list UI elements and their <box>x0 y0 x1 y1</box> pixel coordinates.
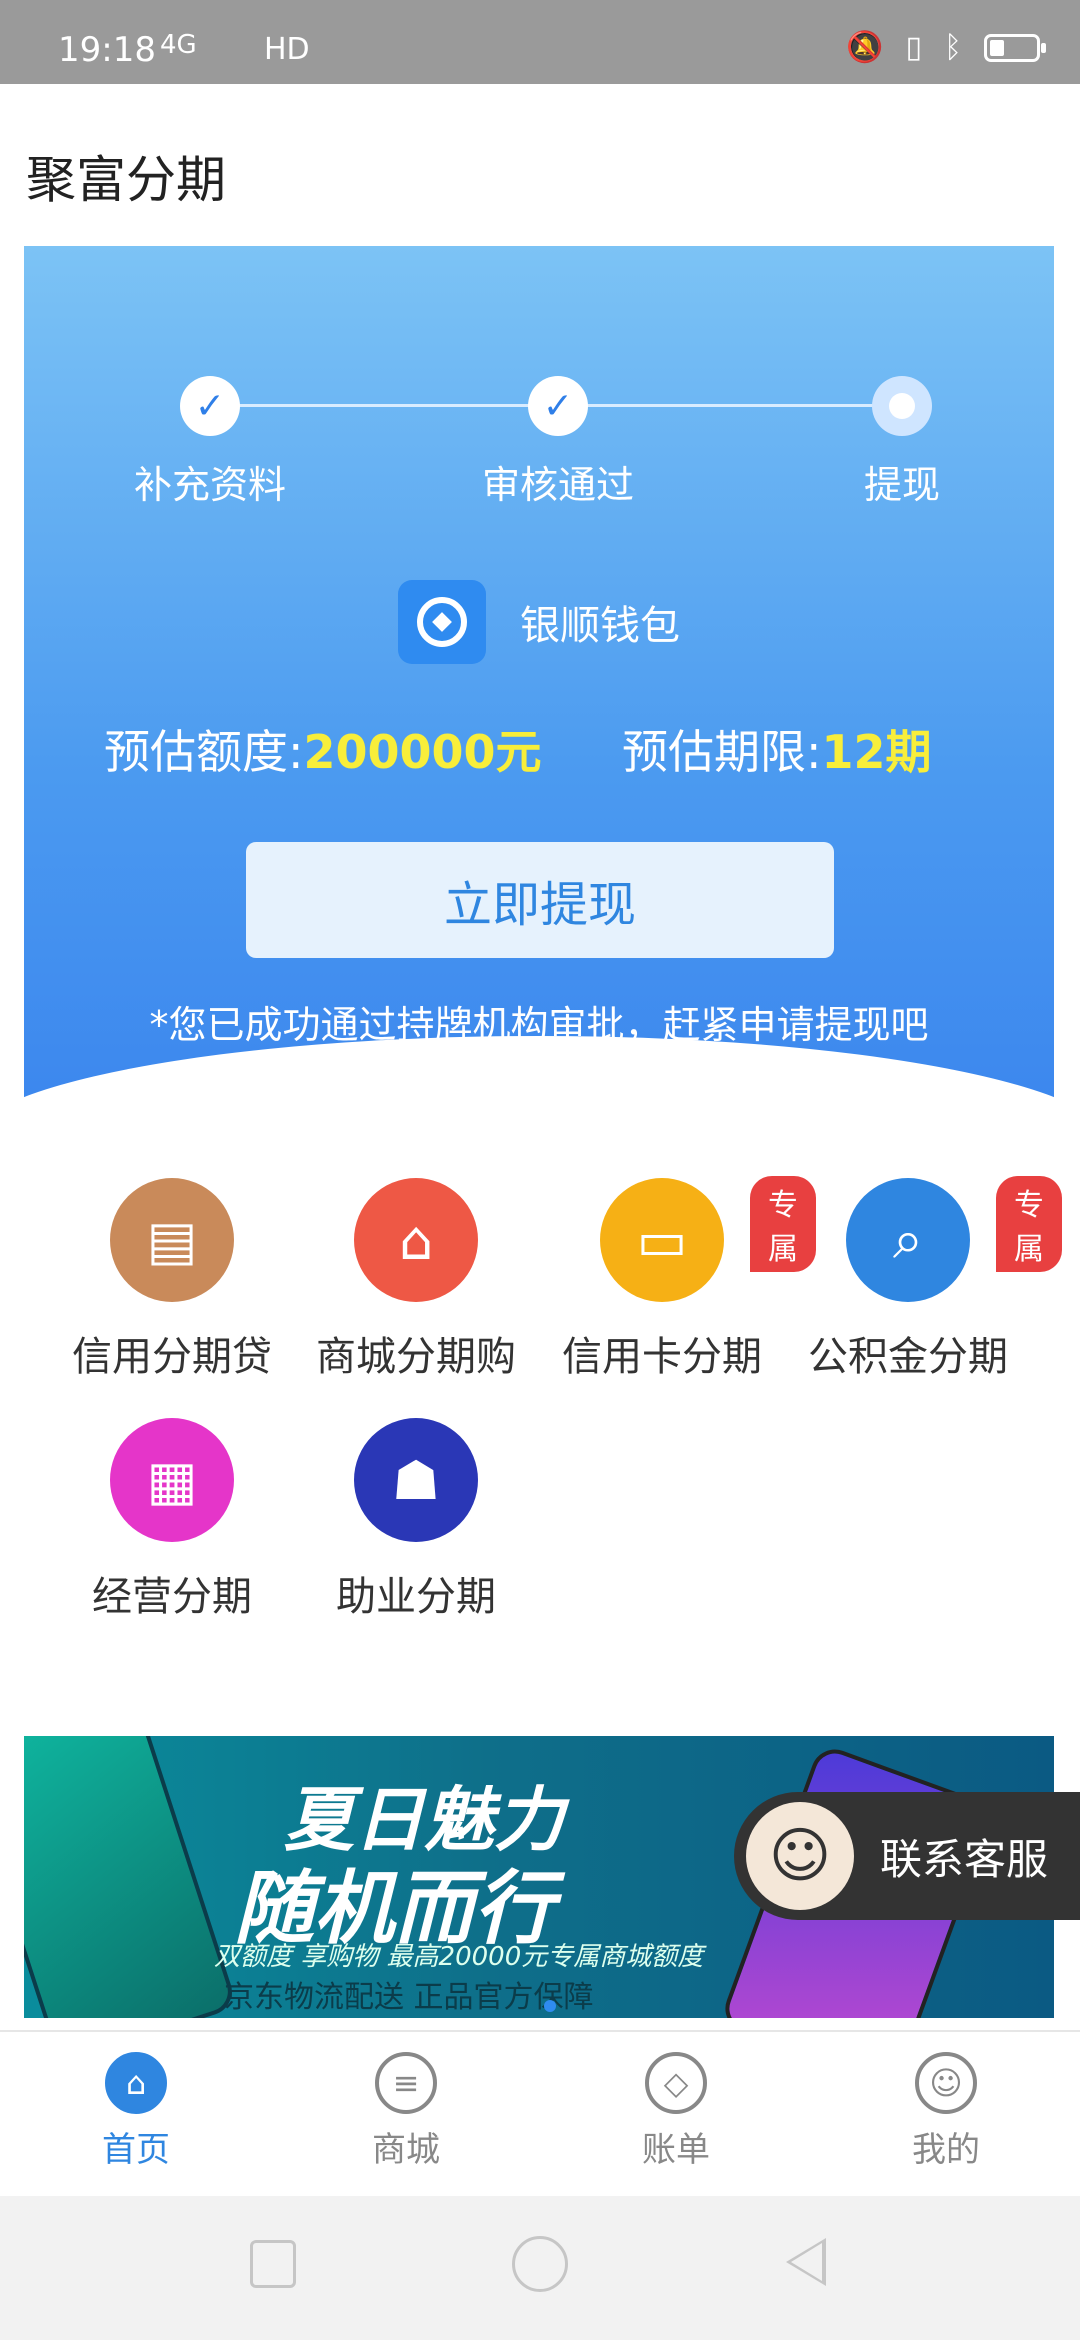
banner-subtitle: 双额度 享购物 最高20000元专属商城额度 <box>214 1942 704 1972</box>
tag-icon: ◇ <box>645 2052 707 2114</box>
check-icon: ✓ <box>528 376 588 436</box>
status-right: 🔕 ▯ ᛒ <box>846 30 1046 65</box>
estimate-term: 预估期限:12期 <box>622 716 932 782</box>
check-icon: ✓ <box>180 376 240 436</box>
current-step-icon <box>872 376 932 436</box>
func-credit-loan[interactable]: ▤ 信用分期贷 <box>52 1178 292 1382</box>
step-3: 提现 <box>772 376 1032 509</box>
step-label: 补充资料 <box>133 463 286 507</box>
step-label: 提现 <box>863 463 940 507</box>
hero-card: ✓ 补充资料 ✓ 审核通过 提现 银顺钱包 预估额度:200000元 预估期限:… <box>24 246 1054 1126</box>
tab-label: 首页 <box>102 2130 170 2170</box>
list-icon: ≡ <box>375 2052 437 2114</box>
home-button-icon[interactable] <box>512 2236 568 2292</box>
home-icon: ⌂ <box>105 2052 167 2114</box>
func-label: 助业分期 <box>336 1574 496 1620</box>
tab-bill[interactable]: ◇ 账单 <box>596 2052 756 2171</box>
estimate-term-value: 12期 <box>821 725 932 779</box>
tab-label: 我的 <box>912 2130 980 2170</box>
func-label: 信用分期贷 <box>72 1334 272 1380</box>
tab-home[interactable]: ⌂ 首页 <box>56 2052 216 2171</box>
func-mall-installment[interactable]: ⌂ 商城分期购 <box>296 1178 536 1382</box>
hd-indicator: HD <box>264 32 310 67</box>
wallet-row: 银顺钱包 <box>398 580 680 664</box>
hero-curve <box>24 1036 1054 1126</box>
money-bag-icon: ☗ <box>354 1418 478 1542</box>
mute-icon: 🔕 <box>846 30 884 65</box>
func-housing-fund[interactable]: ⌕ 专属 公积金分期 <box>788 1176 1062 1382</box>
system-nav-bar <box>0 2196 1080 2340</box>
tab-label: 商城 <box>372 2130 440 2170</box>
document-icon: ▤ <box>110 1178 234 1302</box>
step-1: ✓ 补充资料 <box>80 376 340 509</box>
bluetooth-icon: ᛒ <box>944 30 962 65</box>
tab-label: 账单 <box>642 2130 710 2170</box>
phone-image <box>24 1736 239 2018</box>
estimate-term-label: 预估期限: <box>622 725 822 779</box>
vibrate-icon: ▯ <box>905 30 922 65</box>
func-credit-card[interactable]: ▭ 专属 信用卡分期 <box>542 1176 816 1382</box>
estimate-amount-value: 200000元 <box>303 725 542 779</box>
house-search-icon: ⌕ 专属 <box>846 1176 1062 1302</box>
func-label: 信用卡分期 <box>562 1334 762 1380</box>
status-time: 19:18 <box>58 30 156 70</box>
step-2: ✓ 审核通过 <box>428 376 688 509</box>
store-icon: ⌂ <box>354 1178 478 1302</box>
banner-footer: 京东物流配送 正品官方保障 <box>224 1980 594 2015</box>
func-label: 商城分期购 <box>316 1334 516 1380</box>
customer-service-label: 联系客服 <box>880 1834 1049 1884</box>
estimate-amount: 预估额度:200000元 <box>104 716 542 782</box>
wallet-logo-icon <box>398 580 486 664</box>
user-icon: ☺ <box>915 2052 977 2114</box>
credit-card-icon: ▭ 专属 <box>600 1176 816 1302</box>
tab-mine[interactable]: ☺ 我的 <box>866 2052 1026 2171</box>
agent-avatar-icon: ☺ <box>746 1802 854 1910</box>
signal-icon: 4G <box>160 30 197 60</box>
func-label: 经营分期 <box>92 1574 252 1620</box>
func-label: 公积金分期 <box>808 1334 1008 1380</box>
func-business[interactable]: ▦ 经营分期 <box>52 1418 292 1622</box>
status-bar: 19:18 4G HD 🔕 ▯ ᛒ <box>0 0 1080 84</box>
wallet-name: 银顺钱包 <box>520 603 680 649</box>
exclusive-badge: 专属 <box>996 1176 1062 1272</box>
customer-service-button[interactable]: ☺ 联系客服 <box>734 1792 1080 1920</box>
gold-bars-icon: ▦ <box>110 1418 234 1542</box>
estimate-amount-label: 预估额度: <box>104 725 304 779</box>
func-employment[interactable]: ☗ 助业分期 <box>296 1418 536 1622</box>
withdraw-button[interactable]: 立即提现 <box>246 842 834 958</box>
step-label: 审核通过 <box>481 463 634 507</box>
page-title: 聚富分期 <box>26 151 226 209</box>
banner-indicator <box>544 2000 556 2012</box>
recents-icon[interactable] <box>250 2240 296 2288</box>
battery-icon <box>984 33 1046 62</box>
bottom-tab-bar: ⌂ 首页 ≡ 商城 ◇ 账单 ☺ 我的 <box>0 2030 1080 2196</box>
tab-mall[interactable]: ≡ 商城 <box>326 2052 486 2171</box>
back-icon[interactable] <box>786 2238 826 2286</box>
